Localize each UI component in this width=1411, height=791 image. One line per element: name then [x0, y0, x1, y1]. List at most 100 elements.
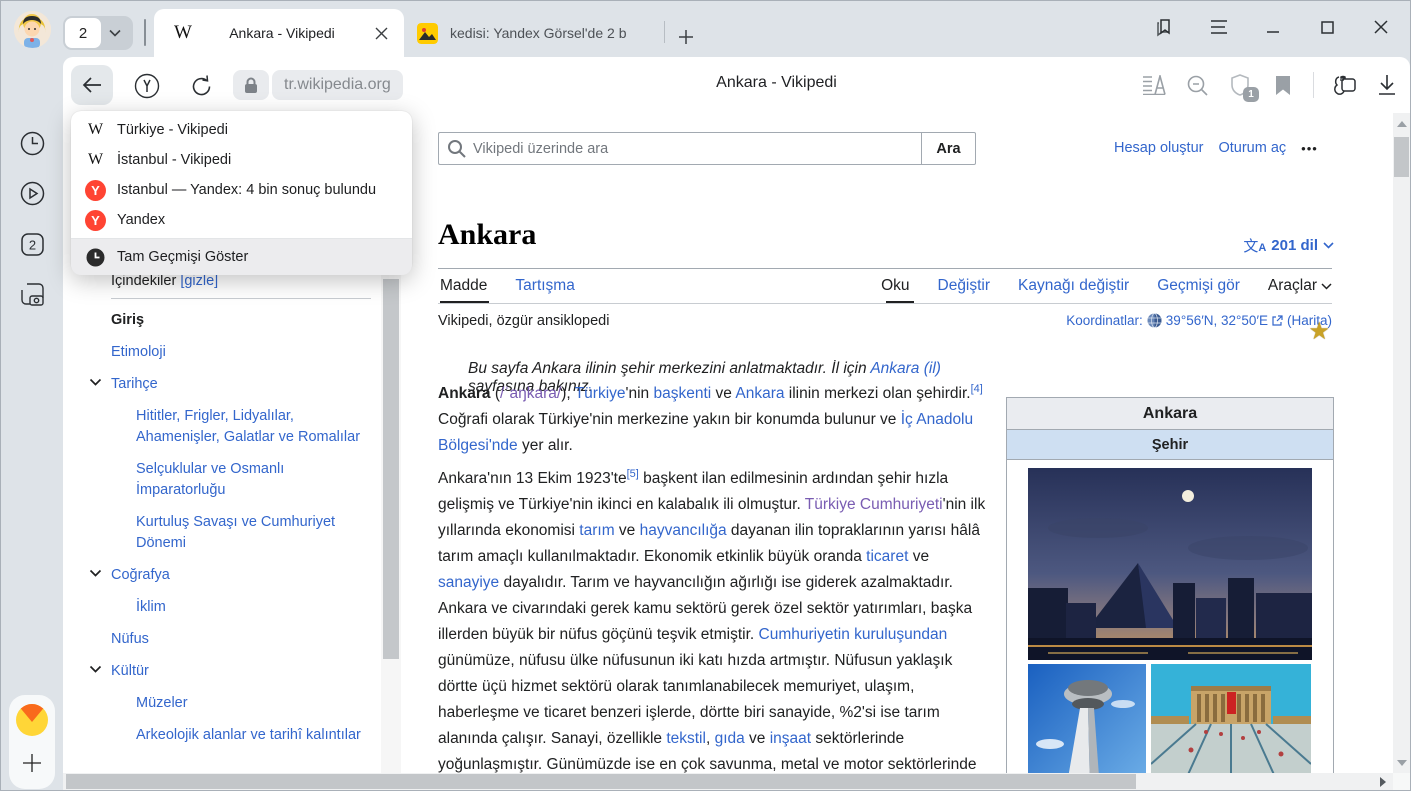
sign-in-link[interactable]: Oturum aç [1218, 140, 1286, 156]
external-link-icon [1272, 315, 1283, 326]
chevron-down-icon[interactable] [89, 569, 102, 578]
toc-item-kurtulus[interactable]: Kurtuluş Savaşı ve Cumhuriyet Dönemi [89, 512, 369, 554]
yandex-mail-icon[interactable] [16, 704, 48, 736]
toc-header: İçindekiler [gizle] [89, 273, 389, 289]
tabs-panel-icon[interactable]: 2 [17, 229, 47, 259]
paragraph-2: Ankara'nın 13 Ekim 1923'te[5] başkent il… [438, 466, 987, 778]
horizontal-scrollbar[interactable] [63, 773, 1393, 790]
languages-icon: 文A [1243, 235, 1266, 256]
chevron-down-icon[interactable] [89, 665, 102, 674]
yandex-icon: Y [85, 210, 106, 231]
vertical-scrollbar-thumb[interactable] [1394, 137, 1409, 177]
coordinates: Koordinatlar: 39°56′N, 32°50′E (Harita) [1066, 313, 1332, 328]
atakule-tower-image[interactable] [1028, 664, 1146, 790]
browser-window: 2 W Ankara - Vikipedi kedisi: Yandex Gör… [0, 0, 1411, 791]
toc-hide-link[interactable]: [gizle] [180, 273, 218, 289]
toc-item-cografya[interactable]: Coğrafya [89, 565, 369, 586]
protect-shield-icon[interactable]: 1 [1227, 72, 1253, 98]
toc-scrollbar[interactable] [381, 273, 401, 790]
tab-kedisi-yandex-gorsel[interactable]: kedisi: Yandex Görsel'de 2 b [409, 9, 659, 57]
vertical-scrollbar[interactable] [1393, 113, 1410, 773]
address-bar[interactable]: tr.wikipedia.org [272, 70, 403, 100]
infobox-subtitle: Şehir [1007, 430, 1333, 460]
search-input[interactable] [438, 132, 921, 165]
tab-madde[interactable]: Madde [440, 277, 487, 295]
toc-item-etimoloji[interactable]: Etimoloji [89, 342, 369, 363]
chevron-down-icon [1323, 242, 1334, 249]
zoom-out-icon[interactable] [1184, 72, 1210, 98]
scroll-up-icon[interactable] [1393, 115, 1410, 132]
paragraph-1: Ankara (/ˈaŋkara/), Türkiye'nin başkenti… [438, 381, 987, 459]
show-full-history-item[interactable]: Tam Geçmişi Göster [71, 239, 412, 275]
chevron-down-icon[interactable] [89, 378, 102, 387]
toc-item-nufus[interactable]: Nüfus [89, 629, 369, 650]
coordinates-label[interactable]: Koordinatlar: [1066, 313, 1143, 328]
history-item-istanbul-yandex[interactable]: Y Istanbul — Yandex: 4 bin sonuç bulundu [71, 175, 412, 205]
history-item-turkiye[interactable]: W Türkiye - Vikipedi [71, 115, 412, 145]
infobox-images [1007, 460, 1333, 790]
yandex-services-icon[interactable] [133, 72, 161, 100]
scroll-down-icon[interactable] [1393, 754, 1410, 771]
tab-gecmisi-gor[interactable]: Geçmişi gör [1157, 277, 1240, 295]
toc-item-giris[interactable]: Giriş [89, 310, 369, 331]
toc-item-kultur[interactable]: Kültür [89, 661, 369, 682]
search-button[interactable]: Ara [921, 132, 976, 165]
toc-item-muzeler[interactable]: Müzeler [89, 693, 369, 714]
add-widget-button[interactable] [9, 745, 55, 781]
language-selector[interactable]: 文A 201 dil [1243, 235, 1334, 256]
site-security-lock-icon[interactable] [233, 70, 269, 100]
toc-item-iklim[interactable]: İklim [89, 597, 369, 618]
collections-icon[interactable] [1331, 72, 1357, 98]
toc-item-selcuklular[interactable]: Selçuklular ve Osmanlı İmparatorluğu [89, 459, 369, 501]
maximize-button[interactable] [1312, 12, 1342, 42]
history-item-yandex[interactable]: Y Yandex [71, 205, 412, 235]
toolbar: tr.wikipedia.org Ankara - Vikipedi 1 [63, 57, 1410, 113]
history-item-istanbul-vikipedi[interactable]: W İstanbul - Vikipedi [71, 145, 412, 175]
coordinates-value[interactable]: 39°56′N, 32°50′E [1166, 313, 1268, 328]
tab-degistir[interactable]: Değiştir [938, 277, 991, 295]
plus-icon [22, 753, 42, 773]
side-panels-icon[interactable] [1150, 12, 1180, 42]
download-icon[interactable] [1374, 72, 1400, 98]
image-tab-icon [417, 23, 438, 44]
close-tab-icon[interactable] [370, 22, 392, 44]
history-dropdown-menu: W Türkiye - Vikipedi W İstanbul - Vikipe… [71, 111, 412, 274]
tab-ankara-vikipedi[interactable]: W Ankara - Vikipedi [154, 9, 404, 57]
close-window-button[interactable] [1366, 12, 1396, 42]
account-links: Hesap oluştur Oturum aç ••• [1114, 140, 1318, 156]
chevron-down-icon [109, 29, 121, 37]
wikipedia-icon: W [85, 150, 106, 171]
infobox: Ankara Şehir [1006, 397, 1334, 790]
tab-strip: 2 W Ankara - Vikipedi kedisi: Yandex Gör… [1, 1, 1410, 57]
menu-icon[interactable] [1204, 12, 1234, 42]
media-play-icon[interactable] [17, 178, 47, 208]
screenshot-icon[interactable] [17, 279, 47, 309]
horizontal-scrollbar-thumb[interactable] [66, 774, 1136, 789]
create-account-link[interactable]: Hesap oluştur [1114, 140, 1203, 156]
tab-tartisma[interactable]: Tartışma [515, 277, 574, 295]
toc-item-tarihce[interactable]: Tarihçe [89, 374, 369, 395]
toc-scrollbar-thumb[interactable] [383, 279, 399, 659]
tab-group-counter[interactable]: 2 [63, 16, 133, 50]
toolbar-page-title: Ankara - Vikipedi [443, 74, 1110, 92]
tab-kaynagi-degistir[interactable]: Kaynağı değiştir [1018, 277, 1129, 295]
back-button[interactable] [71, 65, 113, 105]
toc-item-arkeolojik[interactable]: Arkeolojik alanlar ve tarihî kalıntılar [89, 725, 369, 746]
scroll-right-icon[interactable] [1374, 773, 1391, 790]
reload-icon[interactable] [187, 72, 215, 100]
ankara-night-skyline-image[interactable] [1028, 468, 1312, 660]
bookmark-icon[interactable] [1270, 72, 1296, 98]
profile-avatar[interactable] [14, 11, 51, 48]
minimize-button[interactable] [1258, 12, 1288, 42]
new-tab-button[interactable] [672, 23, 700, 51]
anitkabir-image[interactable] [1151, 664, 1311, 790]
more-options-icon[interactable]: ••• [1301, 141, 1318, 156]
toc-divider [111, 298, 371, 299]
reader-mode-icon[interactable] [1141, 72, 1167, 98]
article-title: Ankara [438, 218, 536, 252]
tab-oku[interactable]: Oku [881, 277, 909, 295]
shield-counter-badge: 1 [1243, 87, 1259, 102]
history-icon[interactable] [17, 128, 47, 158]
tools-menu[interactable]: Araçlar [1268, 277, 1332, 295]
toc-item-hititler[interactable]: Hititler, Frigler, Lidyalılar, Ahamenişl… [89, 406, 369, 448]
